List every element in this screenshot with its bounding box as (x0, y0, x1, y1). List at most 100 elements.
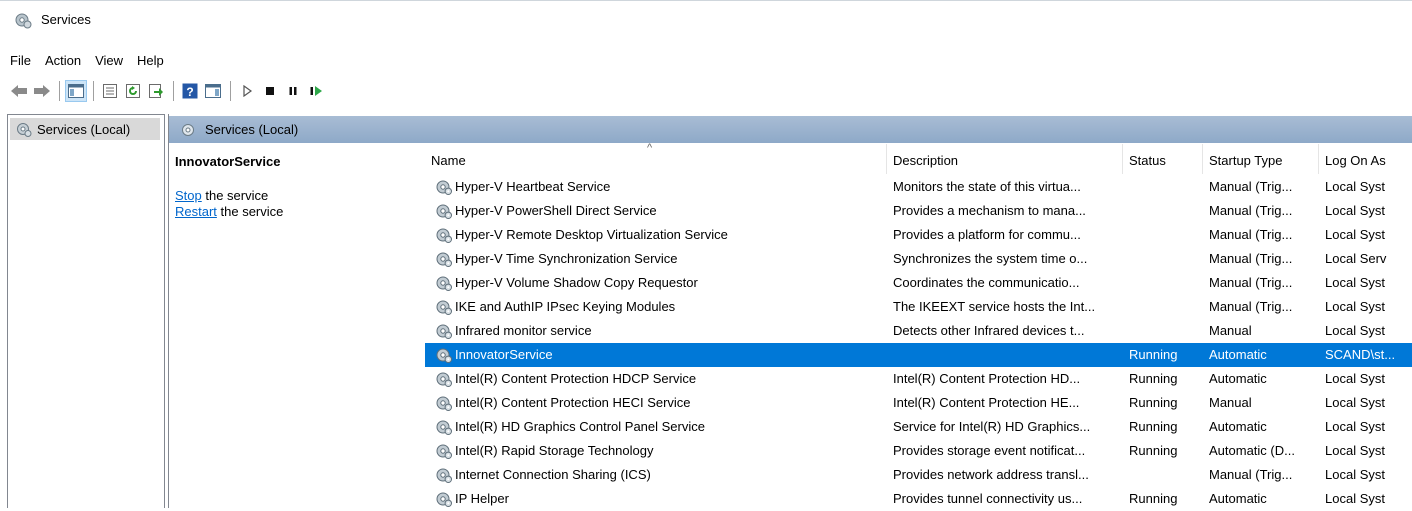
service-log-on-as: Local Syst (1325, 467, 1385, 482)
stop-service-button[interactable] (259, 80, 281, 102)
table-row[interactable]: Intel(R) Rapid Storage Technology Provide… (425, 439, 1412, 463)
column-header-name[interactable]: ^ Name (425, 142, 887, 174)
toolbar-separator (93, 81, 94, 101)
back-icon (11, 85, 27, 97)
service-startup-type: Automatic (1209, 491, 1267, 506)
service-status (1129, 247, 1205, 271)
table-row[interactable]: Hyper-V Heartbeat Service Monitors the st… (425, 175, 1412, 199)
service-status: Running (1129, 491, 1178, 506)
help-button[interactable]: ? (179, 80, 201, 102)
service-log-on-as: Local Syst (1325, 203, 1385, 218)
refresh-icon (126, 84, 140, 98)
table-row[interactable]: Hyper-V PowerShell Direct Service Provide… (425, 199, 1412, 223)
service-status: Running (1129, 443, 1178, 458)
service-name: Hyper-V PowerShell Direct Service (455, 203, 657, 218)
service-gear-icon (436, 180, 453, 196)
service-startup-type: Manual (Trig... (1209, 251, 1293, 266)
service-gear-icon (436, 468, 453, 484)
service-log-on-as: Local Syst (1325, 395, 1385, 410)
service-name: Intel(R) Content Protection HECI Service (455, 395, 691, 410)
column-header-log-on-as-label: Log On As (1325, 153, 1386, 168)
show-hide-console-tree-icon (68, 84, 84, 98)
services-list: ^ Name Description Status Startup Type L… (425, 142, 1412, 511)
properties-button[interactable] (99, 80, 121, 102)
tree-item-label: Services (Local) (37, 121, 131, 137)
tree-item-services-local[interactable]: Services (Local) (10, 118, 160, 140)
toolbar: ? (0, 76, 1412, 106)
menu-help[interactable]: Help (130, 53, 171, 68)
table-row[interactable]: IKE and AuthIP IPsec Keying Modules The I… (425, 295, 1412, 319)
sort-ascending-icon: ^ (647, 142, 653, 154)
table-row[interactable]: Hyper-V Volume Shadow Copy Requestor Coor… (425, 271, 1412, 295)
toolbar-separator (173, 81, 174, 101)
column-header-startup-type[interactable]: Startup Type (1203, 144, 1319, 174)
column-header-description[interactable]: Description (887, 144, 1123, 174)
help-icon: ? (182, 83, 198, 99)
service-description: Intel(R) Content Protection HD... (893, 371, 1081, 386)
properties-icon (103, 84, 117, 98)
table-row[interactable]: IP Helper Provides tunnel connectivity us… (425, 487, 1412, 511)
service-gear-icon (436, 300, 453, 316)
show-hide-console-tree-button[interactable] (65, 80, 87, 102)
pause-service-button[interactable] (282, 80, 304, 102)
service-description: Service for Intel(R) HD Graphics... (893, 419, 1091, 434)
restart-service-suffix: the service (216, 204, 284, 219)
table-row[interactable]: Intel(R) HD Graphics Control Panel Servi… (425, 415, 1412, 439)
table-row[interactable]: Hyper-V Remote Desktop Virtualization Se… (425, 223, 1412, 247)
restart-service-link[interactable]: Restart (175, 204, 217, 219)
stop-service-suffix: the service (201, 188, 269, 203)
export-list-button[interactable] (145, 80, 167, 102)
start-service-button[interactable] (236, 80, 258, 102)
service-status (1129, 175, 1205, 199)
table-row[interactable]: Infrared monitor service Detects other In… (425, 319, 1412, 343)
service-startup-type: Automatic (D... (1209, 443, 1295, 458)
service-description: Coordinates the communicatio... (893, 275, 1080, 290)
extended-description-panel: InnovatorService Stop the service Restar… (169, 144, 424, 508)
service-gear-icon (436, 372, 453, 388)
service-gear-icon (436, 396, 453, 412)
service-gear-icon (436, 276, 453, 292)
stop-service-icon (266, 87, 274, 95)
service-log-on-as: Local Syst (1325, 491, 1385, 506)
restart-service-line: Restart the service (175, 204, 418, 220)
service-gear-icon (436, 324, 453, 340)
service-status (1129, 295, 1205, 319)
refresh-button[interactable] (122, 80, 144, 102)
resume-service-button[interactable] (305, 80, 327, 102)
show-action-pane-button[interactable] (202, 80, 224, 102)
forward-icon (34, 85, 50, 97)
service-startup-type: Manual (1209, 323, 1252, 338)
service-name-cell: Intel(R) Rapid Storage Technology (435, 439, 875, 463)
table-row[interactable]: Intel(R) Content Protection HDCP Service… (425, 367, 1412, 391)
svg-text:?: ? (186, 85, 193, 99)
service-startup-type: Automatic (1209, 419, 1267, 434)
table-row[interactable]: InnovatorService Running Automatic SCAND\st… (425, 343, 1412, 367)
table-row[interactable]: Hyper-V Time Synchronization Service Sync… (425, 247, 1412, 271)
service-log-on-as: Local Syst (1325, 323, 1385, 338)
export-list-icon (149, 84, 163, 98)
table-row[interactable]: Intel(R) Content Protection HECI Service… (425, 391, 1412, 415)
toolbar-separator (59, 81, 60, 101)
service-name-cell: IKE and AuthIP IPsec Keying Modules (435, 295, 875, 319)
menu-file[interactable]: File (0, 53, 38, 68)
service-startup-type: Manual (Trig... (1209, 275, 1293, 290)
column-header-status[interactable]: Status (1123, 144, 1203, 174)
service-name-cell: Intel(R) HD Graphics Control Panel Servi… (435, 415, 875, 439)
back-button[interactable] (8, 80, 30, 102)
service-name: InnovatorService (455, 347, 553, 362)
table-row[interactable]: Internet Connection Sharing (ICS) Provide… (425, 463, 1412, 487)
service-name-cell: Hyper-V Heartbeat Service (435, 175, 875, 199)
service-name-cell: IP Helper (435, 487, 875, 511)
column-header-log-on-as[interactable]: Log On As (1319, 144, 1412, 174)
service-log-on-as: Local Syst (1325, 179, 1385, 194)
forward-button[interactable] (31, 80, 53, 102)
menu-view[interactable]: View (88, 53, 130, 68)
service-log-on-as: Local Syst (1325, 227, 1385, 242)
column-header-description-label: Description (893, 153, 959, 168)
menu-action[interactable]: Action (38, 53, 88, 68)
stop-service-link[interactable]: Stop (175, 188, 202, 203)
start-service-icon (243, 85, 253, 97)
service-name-cell: InnovatorService (435, 343, 875, 367)
service-log-on-as: Local Syst (1325, 299, 1385, 314)
column-header-startup-type-label: Startup Type (1209, 153, 1283, 168)
